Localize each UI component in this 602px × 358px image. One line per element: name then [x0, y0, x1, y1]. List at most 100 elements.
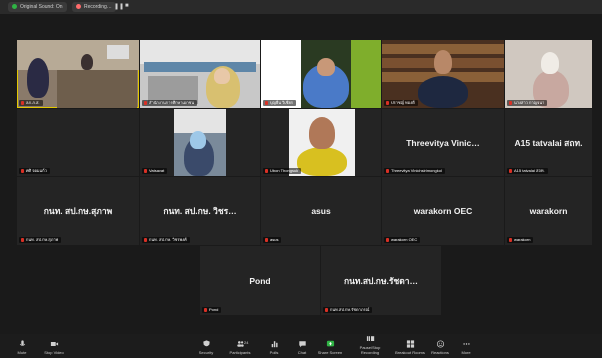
mic-muted-icon [21, 237, 24, 242]
stop-video-button[interactable]: Stop Video [38, 340, 70, 355]
participant-name: Pond [249, 275, 271, 286]
mic-muted-icon [144, 237, 147, 242]
participant-name: warakorn [529, 206, 568, 216]
participant-tile: กนท.สป.กษ.รัชดา… กนท.สป.กษ.รัชดาภรณ์ [321, 246, 441, 315]
participant-name: กนท. สป.กษ. วิชร… [163, 206, 237, 216]
participant-figure [27, 58, 49, 98]
participant-label: asus [263, 237, 282, 243]
pause-stop-icon [366, 336, 374, 341]
participant-tile: กนท. สป.กษ.สุภาพ กนท. สป.กษ.สุภาพ [17, 177, 139, 245]
participant-name: A15 tatvalai สถท. [514, 137, 583, 148]
video-camera-icon [50, 342, 58, 346]
mic-muted-icon [509, 168, 512, 173]
participants-button[interactable]: Participants 24 [224, 340, 256, 355]
mic-muted-icon [265, 237, 268, 242]
participant-tile: กนท. สป.กษ. วิชร… กนท. สป.กษ. วิชรพงศ์ [140, 177, 260, 245]
mic-muted-icon [144, 100, 147, 105]
participant-name: asus [311, 206, 331, 216]
mic-muted-icon [386, 168, 389, 173]
top-bar: Original Sound: On Recording… ❚❚ ■ [0, 0, 602, 14]
participant-tile: A15 tatvalai สถท. A15 tatvalai สถท. [505, 109, 592, 176]
breakout-rooms-label: Breakout Rooms [395, 350, 425, 355]
mic-muted-icon [325, 307, 328, 312]
participant-tile: Threevitya Vinic… Threevitya Vinichsirim… [382, 109, 504, 176]
original-sound-tab[interactable]: Original Sound: On [8, 2, 67, 12]
share-screen-label: Share Screen [317, 350, 343, 355]
participant-face-mask [190, 131, 206, 149]
participant-face [317, 58, 335, 76]
participant-name: กนท. สป.กษ.สุภาพ [43, 206, 113, 216]
participant-name: กนท.สป.กษ.รัชดา… [343, 275, 419, 286]
participant-label: ลภ.ภ.ส. [19, 100, 43, 106]
mic-muted-icon [265, 168, 268, 173]
breakout-rooms-icon [406, 340, 414, 348]
mute-button[interactable]: Mute [6, 340, 38, 355]
chat-icon [298, 341, 306, 348]
participant-label: กนท. สป.กษ.สุภาพ [19, 237, 62, 243]
security-button[interactable]: Security [190, 340, 222, 355]
ceiling [140, 40, 260, 64]
mic-muted-icon [204, 307, 207, 312]
video-tile: ลภ.ภ.ส. [17, 40, 139, 108]
participant-figure [297, 147, 347, 176]
participant-label: นางสาว กาญจนา [507, 100, 548, 106]
participant-face [434, 50, 452, 74]
participant-figure [81, 54, 93, 70]
participant-face [309, 117, 335, 149]
participant-label: A15 tatvalai สถท. [507, 168, 548, 174]
more-icon [462, 343, 470, 345]
video-tile: สำนักงานการศึกษาเอกชน [140, 40, 260, 108]
polls-label: Polls [269, 350, 279, 355]
video-tile: ปราชญ์ ทองดี [382, 40, 504, 108]
pause-icon[interactable]: ❚❚ [114, 3, 124, 10]
mic-muted-icon [386, 100, 389, 105]
participant-name: warakorn OEC [413, 206, 473, 216]
participant-label: Ubon Thongsuk [263, 168, 302, 174]
participant-tile: ศศิ จอมแก้ว [17, 109, 139, 176]
recording-label: Pause/Stop Recording [359, 345, 381, 355]
participant-tile: Pond Pond [200, 246, 320, 315]
participant-figure [418, 76, 468, 108]
screen [107, 45, 129, 59]
mic-muted-icon [509, 237, 512, 242]
security-label: Security [198, 350, 214, 355]
participant-face [214, 68, 230, 84]
participant-tile: asus asus [261, 177, 381, 245]
reactions-label: Reactions [431, 350, 449, 355]
participant-label: สำนักงานการศึกษาเอกชน [142, 100, 198, 106]
mic-muted-icon [509, 100, 512, 105]
participant-label: กนท.สป.กษ.รัชดาภรณ์ [323, 307, 373, 313]
stop-icon[interactable]: ■ [125, 3, 129, 9]
participant-tile: Vatsavat [140, 109, 260, 176]
more-button[interactable]: More [450, 340, 482, 355]
stop-video-label: Stop Video [44, 350, 64, 355]
shield-icon [202, 340, 210, 347]
participant-label: warakorn [507, 237, 534, 243]
smiley-icon [436, 340, 444, 348]
microphone-icon [19, 340, 25, 346]
mic-muted-icon [144, 168, 147, 173]
share-screen-icon [326, 340, 334, 347]
video-tile: บุญยืน วิเชียร [261, 40, 381, 108]
breakout-rooms-button[interactable]: Breakout Rooms [392, 340, 428, 355]
video-feed [174, 109, 226, 176]
meeting-toolbar: Mute Stop Video Security Participants 24… [0, 334, 602, 358]
participant-label: ศศิ จอมแก้ว [19, 168, 50, 174]
tab-label: Recording… [84, 4, 112, 10]
participants-count: 24 [244, 340, 249, 345]
participant-face-mask [541, 52, 559, 74]
participant-tile: warakorn warakorn [505, 177, 592, 245]
polls-icon [271, 341, 278, 348]
mic-muted-icon [21, 168, 24, 173]
participant-label: ปราชญ์ ทองดี [384, 100, 418, 106]
tab-label: Original Sound: On [20, 4, 63, 10]
recording-tab[interactable]: Recording… [72, 2, 116, 12]
table [57, 70, 137, 108]
participant-label: บุญยืน วิเชียร [263, 100, 296, 106]
participant-tile: Ubon Thongsuk [261, 109, 381, 176]
participant-label: warakorn OEC [384, 237, 421, 243]
recording-button[interactable]: Pause/Stop Recording [350, 335, 390, 355]
windows [144, 62, 256, 72]
participants-label: Participants [229, 350, 251, 355]
share-screen-button[interactable]: Share Screen [314, 340, 346, 355]
